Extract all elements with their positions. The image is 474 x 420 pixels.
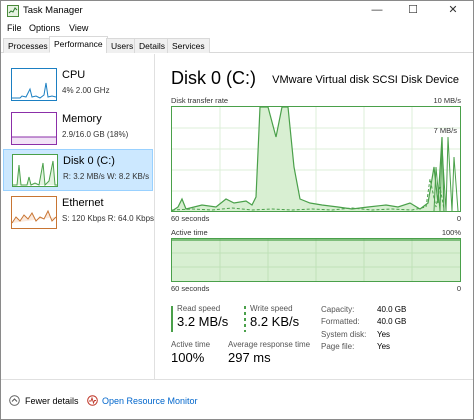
page-file-value: Yes [377, 342, 391, 351]
maximize-button[interactable]: ☐ [399, 2, 427, 20]
active-time-stat: Active time 100% [171, 340, 210, 365]
menu-view[interactable]: View [69, 23, 88, 33]
window-title: Task Manager [23, 5, 83, 16]
collapse-chevron-icon[interactable] [9, 395, 20, 406]
tab-bar: Processes Performance Users Details Serv… [1, 36, 473, 53]
resource-memory[interactable]: Memory 2.9/16.0 GB (18%) [3, 108, 153, 150]
response-time-stat: Average response time 297 ms [228, 340, 310, 365]
formatted-label: Formatted: [321, 317, 360, 326]
menu-options[interactable]: Options [29, 23, 60, 33]
transfer-rate-time: 60 seconds [171, 214, 210, 223]
task-manager-icon [7, 5, 19, 17]
memory-thumbnail-graph [11, 112, 57, 145]
active-time-min: 0 [456, 284, 461, 293]
transfer-rate-chart [171, 106, 461, 212]
system-disk-label: System disk: [321, 330, 367, 339]
resource-ethernet[interactable]: Ethernet S: 120 Kbps R: 64.0 Kbps [3, 192, 155, 234]
tab-details[interactable]: Details [134, 38, 170, 53]
task-manager-window: Task Manager — ☐ ✕ File Options View Pro… [0, 0, 474, 420]
response-time-label: Average response time [228, 340, 311, 349]
cpu-thumbnail-graph [11, 68, 57, 101]
read-speed-stat: Read speed 3.2 MB/s [171, 304, 229, 332]
disk-detail-panel: Disk 0 (C:) VMware Virtual disk SCSI Dis… [159, 54, 465, 379]
read-speed-value: 3.2 MB/s [177, 314, 229, 329]
open-resource-monitor-link[interactable]: Open Resource Monitor [102, 396, 198, 406]
response-time-value: 297 ms [228, 350, 271, 365]
capacity-label: Capacity: [321, 305, 355, 314]
ethernet-label: Ethernet [62, 197, 104, 209]
active-time-stat-label: Active time [171, 340, 211, 349]
disk-thumbnail-graph [12, 154, 58, 187]
disk-speeds: R: 3.2 MB/s W: 8.2 KB/s [63, 172, 150, 181]
page-file-label: Page file: [321, 342, 355, 351]
menu-file[interactable]: File [7, 23, 22, 33]
tab-services[interactable]: Services [167, 38, 210, 53]
menu-bar: File Options View [1, 21, 473, 37]
cpu-label: CPU [62, 69, 86, 81]
resource-disk-0[interactable]: Disk 0 (C:) R: 3.2 MB/s W: 8.2 KB/s [3, 149, 153, 191]
active-time-chart [171, 238, 461, 282]
active-time-max: 100% [441, 228, 461, 237]
active-time-stat-value: 100% [171, 350, 205, 365]
resource-monitor-icon [87, 395, 98, 406]
title-bar: Task Manager — ☐ ✕ [1, 1, 473, 21]
system-disk-value: Yes [377, 330, 391, 339]
write-speed-indicator [244, 306, 246, 332]
close-button[interactable]: ✕ [439, 2, 467, 20]
tab-performance[interactable]: Performance [49, 36, 108, 53]
ethernet-speeds: S: 120 Kbps R: 64.0 Kbps [62, 214, 155, 223]
read-speed-indicator [171, 306, 173, 332]
ethernet-thumbnail-graph [11, 196, 57, 229]
memory-usage: 2.9/16.0 GB (18%) [62, 130, 129, 139]
memory-label: Memory [62, 113, 102, 125]
write-speed-value: 8.2 KB/s [250, 314, 300, 329]
fewer-details-link[interactable]: Fewer details [25, 396, 79, 406]
transfer-rate-min: 0 [456, 214, 461, 223]
resource-cpu[interactable]: CPU 4% 2.00 GHz [3, 64, 153, 106]
read-speed-label: Read speed [177, 304, 221, 313]
formatted-value: 40.0 GB [377, 317, 407, 326]
transfer-rate-max: 10 MB/s [433, 96, 461, 105]
cpu-usage: 4% 2.00 GHz [62, 86, 110, 95]
active-time-time: 60 seconds [171, 284, 210, 293]
transfer-rate-secondary-max: 7 MB/s [433, 126, 457, 135]
capacity-value: 40.0 GB [377, 305, 407, 314]
active-time-label: Active time [171, 228, 208, 237]
disk-model: VMware Virtual disk SCSI Disk Device [272, 74, 459, 86]
write-speed-label: Write speed [250, 304, 293, 313]
transfer-rate-label: Disk transfer rate [171, 96, 229, 105]
disk-label: Disk 0 (C:) [63, 155, 115, 167]
footer-bar: Fewer details Open Resource Monitor [1, 379, 473, 419]
disk-title: Disk 0 (C:) [171, 68, 256, 88]
write-speed-stat: Write speed 8.2 KB/s [244, 304, 300, 332]
resource-list: CPU 4% 2.00 GHz Memory 2.9/16.0 GB (18%)… [1, 54, 155, 379]
minimize-button[interactable]: — [363, 2, 391, 20]
tab-processes[interactable]: Processes [3, 38, 53, 53]
